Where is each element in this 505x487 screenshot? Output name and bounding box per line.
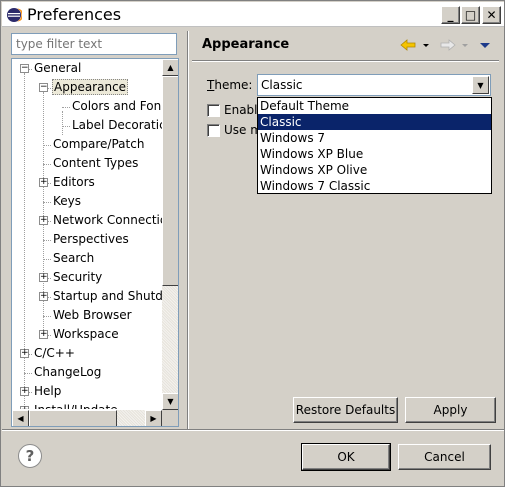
scroll-right-button[interactable]: ▶ [145,410,162,426]
tree-connector [62,111,63,135]
scroll-down-button[interactable]: ▼ [162,393,178,410]
expand-icon[interactable]: + [39,330,48,339]
theme-option[interactable]: Windows 7 Classic [258,178,491,194]
theme-combo-value: Classic [261,78,303,92]
back-arrow-icon [400,39,416,51]
tree-connector [43,164,51,165]
tree-item[interactable]: Startup and Shutdc [52,287,162,306]
close-icon: ✕ [486,8,497,22]
theme-label: Theme: [207,78,253,92]
tree-connector [43,145,51,146]
tree-item[interactable]: Colors and Fon [71,97,162,116]
theme-option[interactable]: Windows XP Olive [258,162,491,178]
close-button[interactable]: ✕ [482,6,501,24]
tree-item[interactable]: Workspace [52,325,120,344]
tree-horizontal-scrollbar[interactable]: ◀ ▶ [12,410,162,426]
title-bar[interactable]: Preferences _ □ ✕ [2,2,504,27]
apply-button[interactable]: Apply [405,397,496,423]
tree-item[interactable]: Perspectives [52,230,130,249]
forward-dropdown-icon [462,44,468,47]
tree-connector [43,240,51,241]
horizontal-scroll-thumb[interactable] [29,410,117,426]
history-nav [400,39,490,51]
collapse-icon[interactable]: − [20,64,29,73]
expand-icon[interactable]: + [39,216,48,225]
arrow-up-icon: ▲ [167,63,174,72]
header-separator [192,60,499,62]
expand-icon[interactable]: + [20,349,29,358]
theme-option[interactable]: Classic [258,114,491,130]
tree-item[interactable]: Help [33,382,62,401]
tree-item[interactable]: Network Connectic [52,211,162,230]
tree-item[interactable]: Security [52,268,103,287]
mixed-fonts-checkbox[interactable]: Use mixed fonts and colors for labels [207,123,257,139]
theme-dropdown-list[interactable]: Default Theme Classic Windows 7 Windows XP … [257,97,492,194]
help-icon: ? [25,447,35,465]
forward-arrow-icon [440,39,456,51]
eclipse-icon [7,8,22,22]
back-dropdown-icon [423,44,429,47]
vertical-scroll-thumb[interactable] [162,76,178,286]
arrow-left-icon: ◀ [17,414,24,423]
view-menu-icon [480,43,490,48]
tree-item[interactable]: ChangeLog [33,363,102,382]
minimize-icon: _ [447,8,454,22]
theme-combo-button[interactable]: ▼ [472,76,489,94]
arrow-down-icon: ▼ [167,397,174,406]
ok-button[interactable]: OK [301,443,391,471]
scroll-corner [162,410,178,426]
filter-input[interactable] [16,37,172,51]
preferences-dialog: Preferences _ □ ✕ General−Appearance−Col… [0,0,505,487]
tree-connector [43,259,51,260]
filter-field[interactable] [11,33,177,55]
expand-icon[interactable]: + [39,292,48,301]
scroll-left-button[interactable]: ◀ [12,410,29,426]
enable-animations-checkbox[interactable]: Enable animations [207,103,257,119]
tree-connector [24,73,25,409]
minimize-button[interactable]: _ [441,6,460,24]
page-title: Appearance [202,37,290,52]
tree-item[interactable]: Compare/Patch [52,135,145,154]
mixed-fonts-box[interactable] [207,124,220,137]
cancel-button[interactable]: Cancel [398,444,491,470]
tree-item[interactable]: Label Decoratic [71,116,162,135]
footer-separator [2,429,504,431]
pane-splitter[interactable] [187,31,189,429]
theme-option[interactable]: Windows XP Blue [258,146,491,162]
tree-item[interactable]: Web Browser [52,306,133,325]
enable-animations-box[interactable] [207,104,220,117]
window-title: Preferences [27,5,122,24]
tree-vertical-scrollbar[interactable]: ▲ ▼ [162,59,178,410]
tree-item[interactable]: Editors [52,173,96,192]
tree-connector [62,126,70,127]
scroll-up-button[interactable]: ▲ [162,59,178,76]
tree-item[interactable]: Search [52,249,95,268]
tree-item[interactable]: Install/Update [33,401,119,409]
tree-connector [43,316,51,317]
theme-combo[interactable]: Classic ▼ [257,74,491,96]
collapse-icon[interactable]: − [39,83,48,92]
tree-viewport: General − Appearance − Colors and Fon Label D… [12,59,162,409]
expand-icon[interactable]: + [39,178,48,187]
tree-connector [43,202,51,203]
tree-item[interactable]: Keys [52,192,82,211]
preference-tree[interactable]: General − Appearance − Colors and Fon Label D… [11,58,179,427]
tree-item[interactable]: Content Types [52,154,139,173]
tree-connector [62,107,70,108]
expand-icon[interactable]: + [20,387,29,396]
maximize-icon: □ [464,8,477,22]
arrow-right-icon: ▶ [150,414,157,423]
expand-icon[interactable]: + [20,406,29,409]
help-button[interactable]: ? [18,444,42,468]
tree-item[interactable]: Appearance [52,78,129,97]
tree-item[interactable]: C/C++ [33,344,76,363]
theme-option[interactable]: Windows 7 [258,130,491,146]
maximize-button[interactable]: □ [461,6,480,24]
tree-connector [24,373,32,374]
tree-item[interactable]: General [33,59,82,78]
chevron-down-icon: ▼ [477,80,484,90]
theme-option[interactable]: Default Theme [258,98,491,114]
restore-defaults-button[interactable]: Restore Defaults [293,397,398,423]
expand-icon[interactable]: + [39,273,48,282]
